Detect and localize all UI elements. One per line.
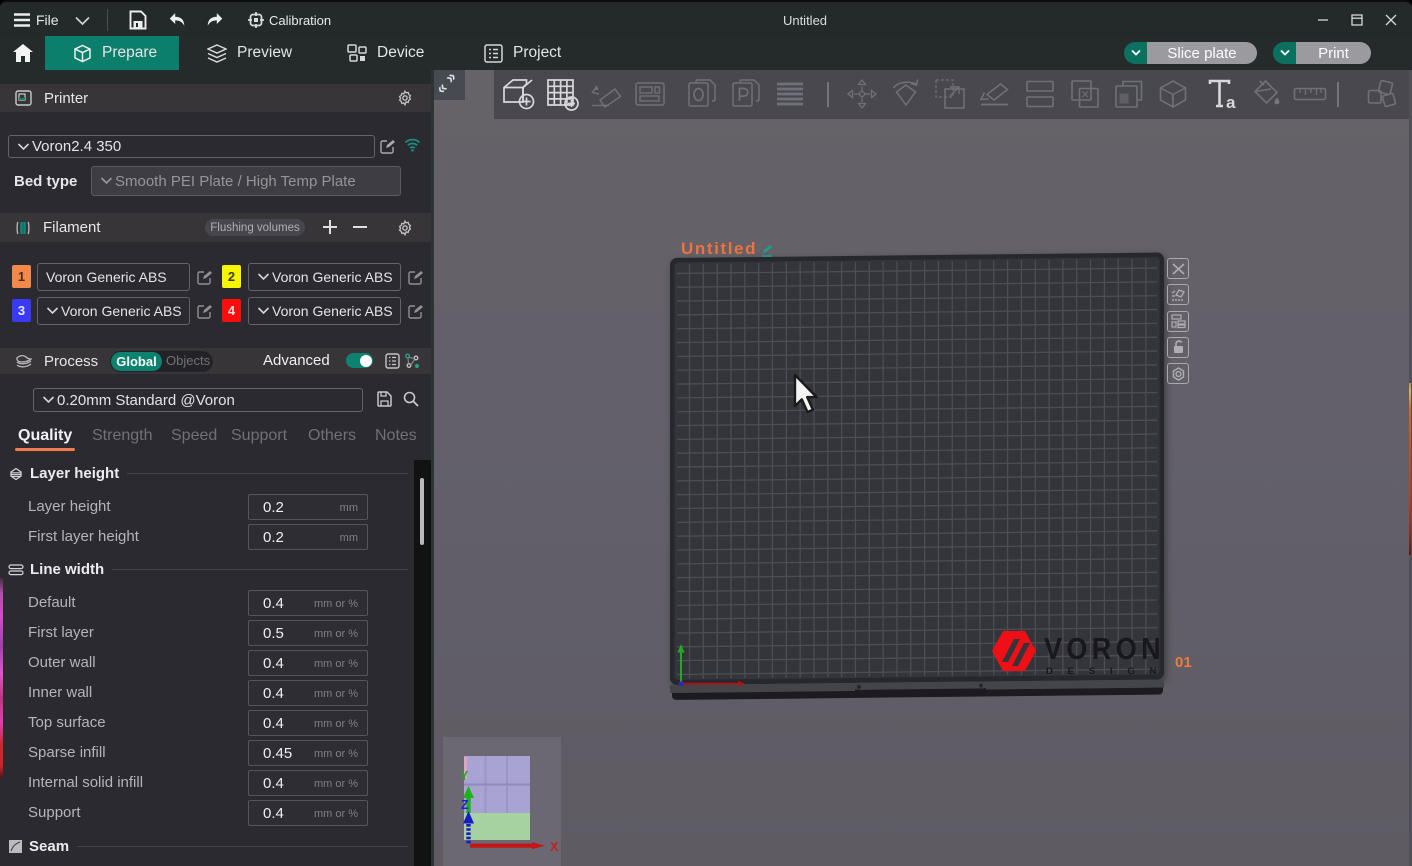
svg-text:Y: Y (460, 769, 469, 783)
svg-text:Z: Z (461, 798, 469, 812)
svg-text:a: a (1226, 93, 1236, 112)
svg-text:X: X (550, 840, 559, 854)
